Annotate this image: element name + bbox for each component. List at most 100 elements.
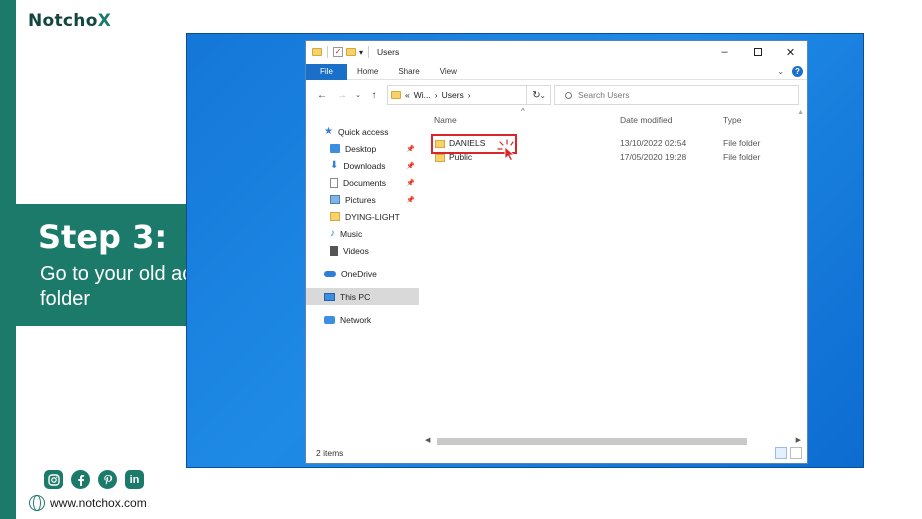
folder-icon — [330, 212, 340, 221]
file-type: File folder — [723, 138, 761, 148]
window-title: Users — [377, 47, 400, 57]
sidebar-item-label: OneDrive — [341, 268, 377, 279]
sidebar-item-this-pc[interactable]: This PC — [306, 288, 419, 305]
sidebar-item-label: This PC — [340, 291, 371, 302]
tab-file[interactable]: File — [306, 63, 347, 80]
view-toggle — [775, 447, 802, 459]
sidebar-item-dying-light[interactable]: DYING-LIGHT — [306, 208, 419, 225]
sidebar-item-quick-access[interactable]: ★ Quick access — [306, 123, 419, 140]
address-separator: › — [434, 90, 438, 100]
sidebar-item-label: Pictures — [345, 194, 376, 205]
window-controls: – ✕ — [708, 41, 807, 63]
customize-toolbar-icon[interactable]: ▾ — [359, 48, 363, 57]
star-icon: ★ — [324, 125, 333, 137]
document-icon — [330, 177, 338, 188]
up-arrow-icon[interactable]: ↑ — [366, 90, 382, 101]
sidebar-item-downloads[interactable]: ⬇ Downloads 📌 — [306, 157, 419, 174]
tutorial-slide: NotchoX Step 3: Go to your old account f… — [0, 0, 922, 519]
download-arrow-icon: ⬇ — [330, 159, 339, 171]
sidebar-item-desktop[interactable]: Desktop 📌 — [306, 140, 419, 157]
navigation-pane: ★ Quick access Desktop 📌 ⬇ Downloads 📌 D… — [306, 123, 419, 328]
column-headers: ^ Name Date modified Type — [425, 107, 803, 127]
pinterest-icon[interactable] — [98, 470, 117, 489]
search-placeholder: Search Users — [578, 90, 630, 100]
back-arrow-icon[interactable]: ← — [314, 90, 330, 101]
quick-access-toolbar: ✓ ▾ — [312, 46, 371, 58]
address-separator: › — [467, 90, 471, 100]
ribbon-tabs: File Home Share View ⌄ ? — [306, 63, 807, 80]
instagram-icon[interactable] — [44, 470, 63, 489]
refresh-icon[interactable]: ↻ — [526, 85, 546, 105]
sidebar-item-music[interactable]: ♪ Music — [306, 225, 419, 242]
sidebar-item-onedrive[interactable]: OneDrive — [306, 265, 419, 282]
sidebar-item-label: Documents — [343, 177, 386, 188]
properties-icon[interactable]: ✓ — [333, 47, 343, 57]
facebook-icon[interactable] — [71, 470, 90, 489]
close-button[interactable]: ✕ — [774, 41, 807, 63]
help-icon[interactable]: ? — [792, 66, 803, 77]
file-type: File folder — [723, 152, 761, 162]
maximize-button[interactable] — [741, 41, 774, 63]
sort-caret-icon: ^ — [521, 107, 525, 116]
website-text: www.notchox.com — [50, 496, 147, 510]
navigation-bar: ← → ⌄ ↑ « Wi... › Users › ⌄ ↻ Search Use… — [306, 84, 807, 106]
file-explorer-window: ✓ ▾ Users – ✕ File Home Share View ⌄ ? ← — [305, 40, 808, 464]
logo-main-text: Notcho — [28, 11, 98, 31]
linkedin-text: in — [129, 473, 140, 486]
file-name: Public — [449, 152, 473, 162]
item-count: 2 items — [316, 448, 344, 458]
forward-arrow-icon[interactable]: → — [334, 90, 350, 101]
divider — [368, 46, 370, 58]
column-header-name[interactable]: Name — [434, 115, 457, 125]
computer-icon — [324, 292, 335, 301]
address-part-windows[interactable]: Wi... — [414, 90, 431, 100]
recent-locations-icon[interactable]: ⌄ — [350, 91, 366, 99]
network-icon — [324, 315, 335, 324]
website-link[interactable]: www.notchox.com — [29, 495, 147, 511]
pin-icon: 📌 — [406, 196, 415, 204]
status-bar: 2 items — [306, 443, 807, 463]
folder-icon — [312, 48, 322, 56]
sidebar-item-label: Quick access — [337, 126, 389, 137]
sidebar-item-pictures[interactable]: Pictures 📌 — [306, 191, 419, 208]
large-icons-view-icon[interactable] — [790, 447, 802, 459]
file-date: 17/05/2020 19:28 — [620, 152, 687, 162]
title-bar: ✓ ▾ Users – ✕ — [306, 41, 807, 63]
sidebar-item-label: Downloads — [343, 160, 386, 171]
music-note-icon: ♪ — [330, 227, 335, 239]
column-header-date-modified[interactable]: Date modified — [620, 115, 672, 125]
sidebar-item-documents[interactable]: Documents 📌 — [306, 174, 419, 191]
sidebar-item-videos[interactable]: Videos — [306, 242, 419, 259]
sidebar-item-label: Videos — [343, 245, 369, 256]
new-folder-icon[interactable] — [346, 48, 356, 56]
details-view-icon[interactable] — [775, 447, 787, 459]
pin-icon: 📌 — [406, 162, 415, 170]
search-icon — [565, 91, 572, 99]
table-row[interactable]: Public 17/05/2020 19:28 File folder — [425, 151, 803, 165]
notchox-logo: NotchoX — [28, 11, 111, 31]
tab-view[interactable]: View — [430, 64, 467, 80]
expand-ribbon-icon[interactable]: ⌄ — [777, 67, 784, 76]
pictures-icon — [330, 195, 340, 204]
linkedin-icon[interactable]: in — [125, 470, 144, 489]
column-header-type[interactable]: Type — [723, 115, 741, 125]
minimize-button[interactable]: – — [708, 41, 741, 63]
sidebar-item-label: Desktop — [345, 143, 377, 154]
pin-icon: 📌 — [406, 179, 415, 187]
globe-icon — [29, 495, 45, 511]
left-accent-strip — [0, 0, 16, 519]
tab-share[interactable]: Share — [388, 64, 429, 80]
pin-icon: 📌 — [406, 145, 415, 153]
sidebar-item-network[interactable]: Network — [306, 311, 419, 328]
scroll-up-arrow-icon[interactable]: ▲ — [797, 109, 804, 116]
table-row[interactable]: DANIELS 13/10/2022 02:54 File folder — [425, 134, 803, 161]
folder-icon — [391, 91, 401, 99]
sidebar-item-label: Network — [340, 314, 372, 325]
logo-accent-text: X — [97, 11, 112, 31]
address-part-users[interactable]: Users — [442, 90, 464, 100]
tab-home[interactable]: Home — [347, 64, 388, 80]
search-input[interactable]: Search Users — [554, 85, 799, 105]
step-title: Step 3: — [38, 218, 168, 256]
sidebar-item-label: DYING-LIGHT — [345, 211, 400, 222]
ribbon-right-controls: ⌄ ? — [777, 66, 803, 77]
